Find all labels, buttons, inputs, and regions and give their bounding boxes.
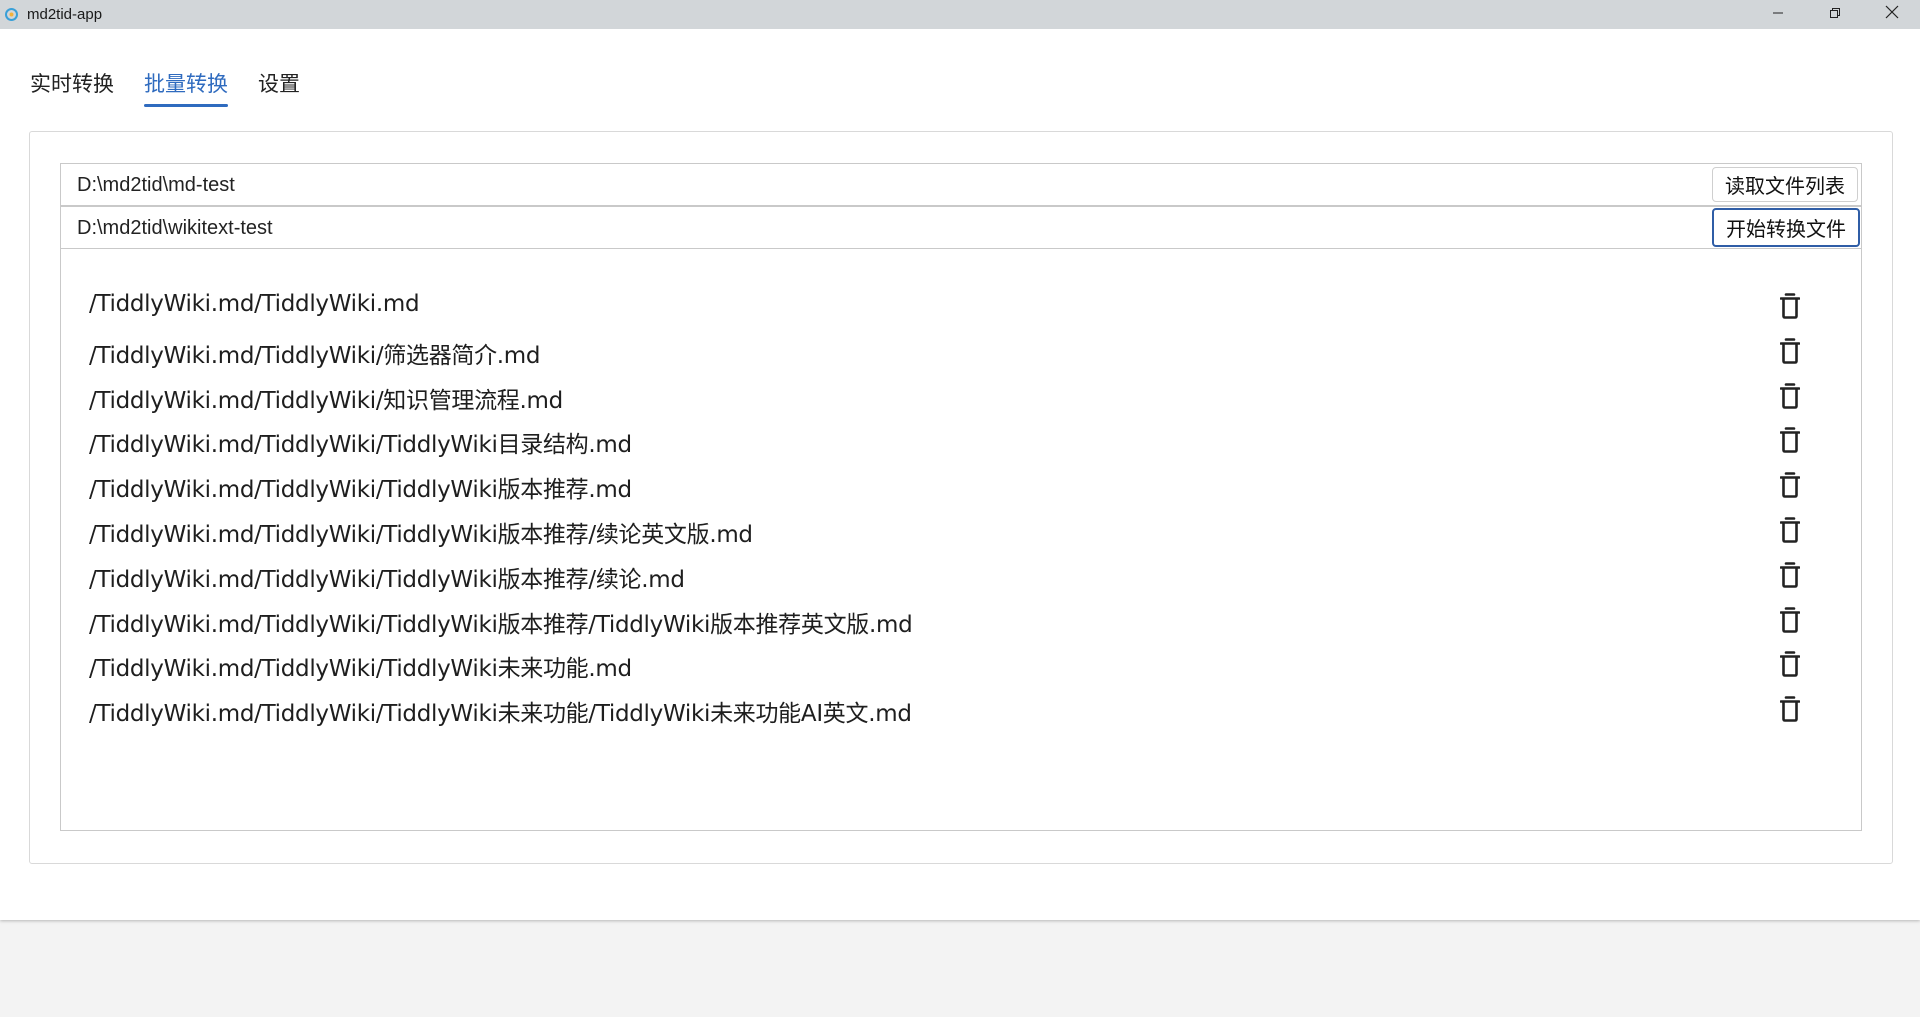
file-path-text: /TiddlyWiki.md/TiddlyWiki/TiddlyWiki未来功能… xyxy=(89,656,632,683)
tab-batch-convert[interactable]: 批量转换 xyxy=(144,64,228,107)
list-item: /TiddlyWiki.md/TiddlyWiki.md xyxy=(61,283,1861,328)
trash-icon[interactable] xyxy=(1777,516,1803,544)
list-item: /TiddlyWiki.md/TiddlyWiki/知识管理流程.md xyxy=(61,373,1861,418)
source-path-input[interactable] xyxy=(75,164,1719,207)
list-item: /TiddlyWiki.md/TiddlyWiki/TiddlyWiki未来功能… xyxy=(61,641,1861,686)
start-convert-button[interactable]: 开始转换文件 xyxy=(1712,208,1860,247)
file-path-text: /TiddlyWiki.md/TiddlyWiki/TiddlyWiki版本推荐… xyxy=(89,611,913,638)
restore-icon xyxy=(1829,6,1841,24)
file-path-text: /TiddlyWiki.md/TiddlyWiki/TiddlyWiki目录结构… xyxy=(89,432,632,459)
trash-icon[interactable] xyxy=(1777,606,1803,634)
minimize-button[interactable] xyxy=(1749,0,1806,29)
source-path-row: 读取文件列表 xyxy=(60,163,1862,207)
target-path-row: 开始转换文件 xyxy=(60,206,1862,250)
app-window: md2tid-app 实时转换 批量转换 设置 D:\md2tid\md-tes… xyxy=(0,0,1920,920)
list-item: /TiddlyWiki.md/TiddlyWiki/TiddlyWiki版本推荐… xyxy=(61,507,1861,552)
file-path-text: /TiddlyWiki.md/TiddlyWiki.md xyxy=(89,291,420,317)
target-path-input[interactable] xyxy=(75,207,1719,250)
app-icon xyxy=(4,7,19,22)
file-path-text: /TiddlyWiki.md/TiddlyWiki/TiddlyWiki版本推荐… xyxy=(89,521,753,548)
title-bar[interactable]: md2tid-app xyxy=(0,0,1920,29)
file-list: /TiddlyWiki.md/TiddlyWiki.md/TiddlyWiki.… xyxy=(61,283,1861,731)
file-path-text: /TiddlyWiki.md/TiddlyWiki/TiddlyWiki未来功能… xyxy=(89,701,912,728)
file-path-text: /TiddlyWiki.md/TiddlyWiki/TiddlyWiki版本推荐… xyxy=(89,566,685,593)
file-path-text: /TiddlyWiki.md/TiddlyWiki/TiddlyWiki版本推荐… xyxy=(89,477,632,504)
trash-icon[interactable] xyxy=(1777,426,1803,454)
close-icon xyxy=(1885,5,1899,24)
list-item: /TiddlyWiki.md/TiddlyWiki/TiddlyWiki版本推荐… xyxy=(61,552,1861,597)
restore-button[interactable] xyxy=(1806,0,1863,29)
trash-icon[interactable] xyxy=(1777,561,1803,589)
file-list-container[interactable]: /TiddlyWiki.md/TiddlyWiki.md/TiddlyWiki.… xyxy=(60,249,1862,831)
file-path-text: /TiddlyWiki.md/TiddlyWiki/知识管理流程.md xyxy=(89,387,563,414)
trash-icon[interactable] xyxy=(1777,650,1803,678)
tab-bar: 实时转换 批量转换 设置 xyxy=(30,64,330,107)
tab-realtime-convert[interactable]: 实时转换 xyxy=(30,64,114,104)
tab-settings[interactable]: 设置 xyxy=(258,64,300,104)
close-button[interactable] xyxy=(1863,0,1920,29)
trash-icon[interactable] xyxy=(1777,337,1803,365)
window-title: md2tid-app xyxy=(27,6,103,23)
list-item: /TiddlyWiki.md/TiddlyWiki/TiddlyWiki未来功能… xyxy=(61,686,1861,731)
list-item: /TiddlyWiki.md/TiddlyWiki/TiddlyWiki版本推荐… xyxy=(61,597,1861,642)
file-path-text: /TiddlyWiki.md/TiddlyWiki/筛选器简介.md xyxy=(89,342,541,369)
trash-icon[interactable] xyxy=(1777,292,1803,320)
trash-icon[interactable] xyxy=(1777,695,1803,723)
window-controls xyxy=(1749,0,1920,29)
read-file-list-button[interactable]: 读取文件列表 xyxy=(1712,167,1858,202)
trash-icon[interactable] xyxy=(1777,382,1803,410)
list-item: /TiddlyWiki.md/TiddlyWiki/筛选器简介.md xyxy=(61,328,1861,373)
trash-icon[interactable] xyxy=(1777,471,1803,499)
list-item: /TiddlyWiki.md/TiddlyWiki/TiddlyWiki目录结构… xyxy=(61,417,1861,462)
list-item: /TiddlyWiki.md/TiddlyWiki/TiddlyWiki版本推荐… xyxy=(61,462,1861,507)
batch-convert-panel: 读取文件列表 开始转换文件 /TiddlyWiki.md/TiddlyWiki.… xyxy=(29,131,1893,864)
minimize-icon xyxy=(1772,6,1784,24)
